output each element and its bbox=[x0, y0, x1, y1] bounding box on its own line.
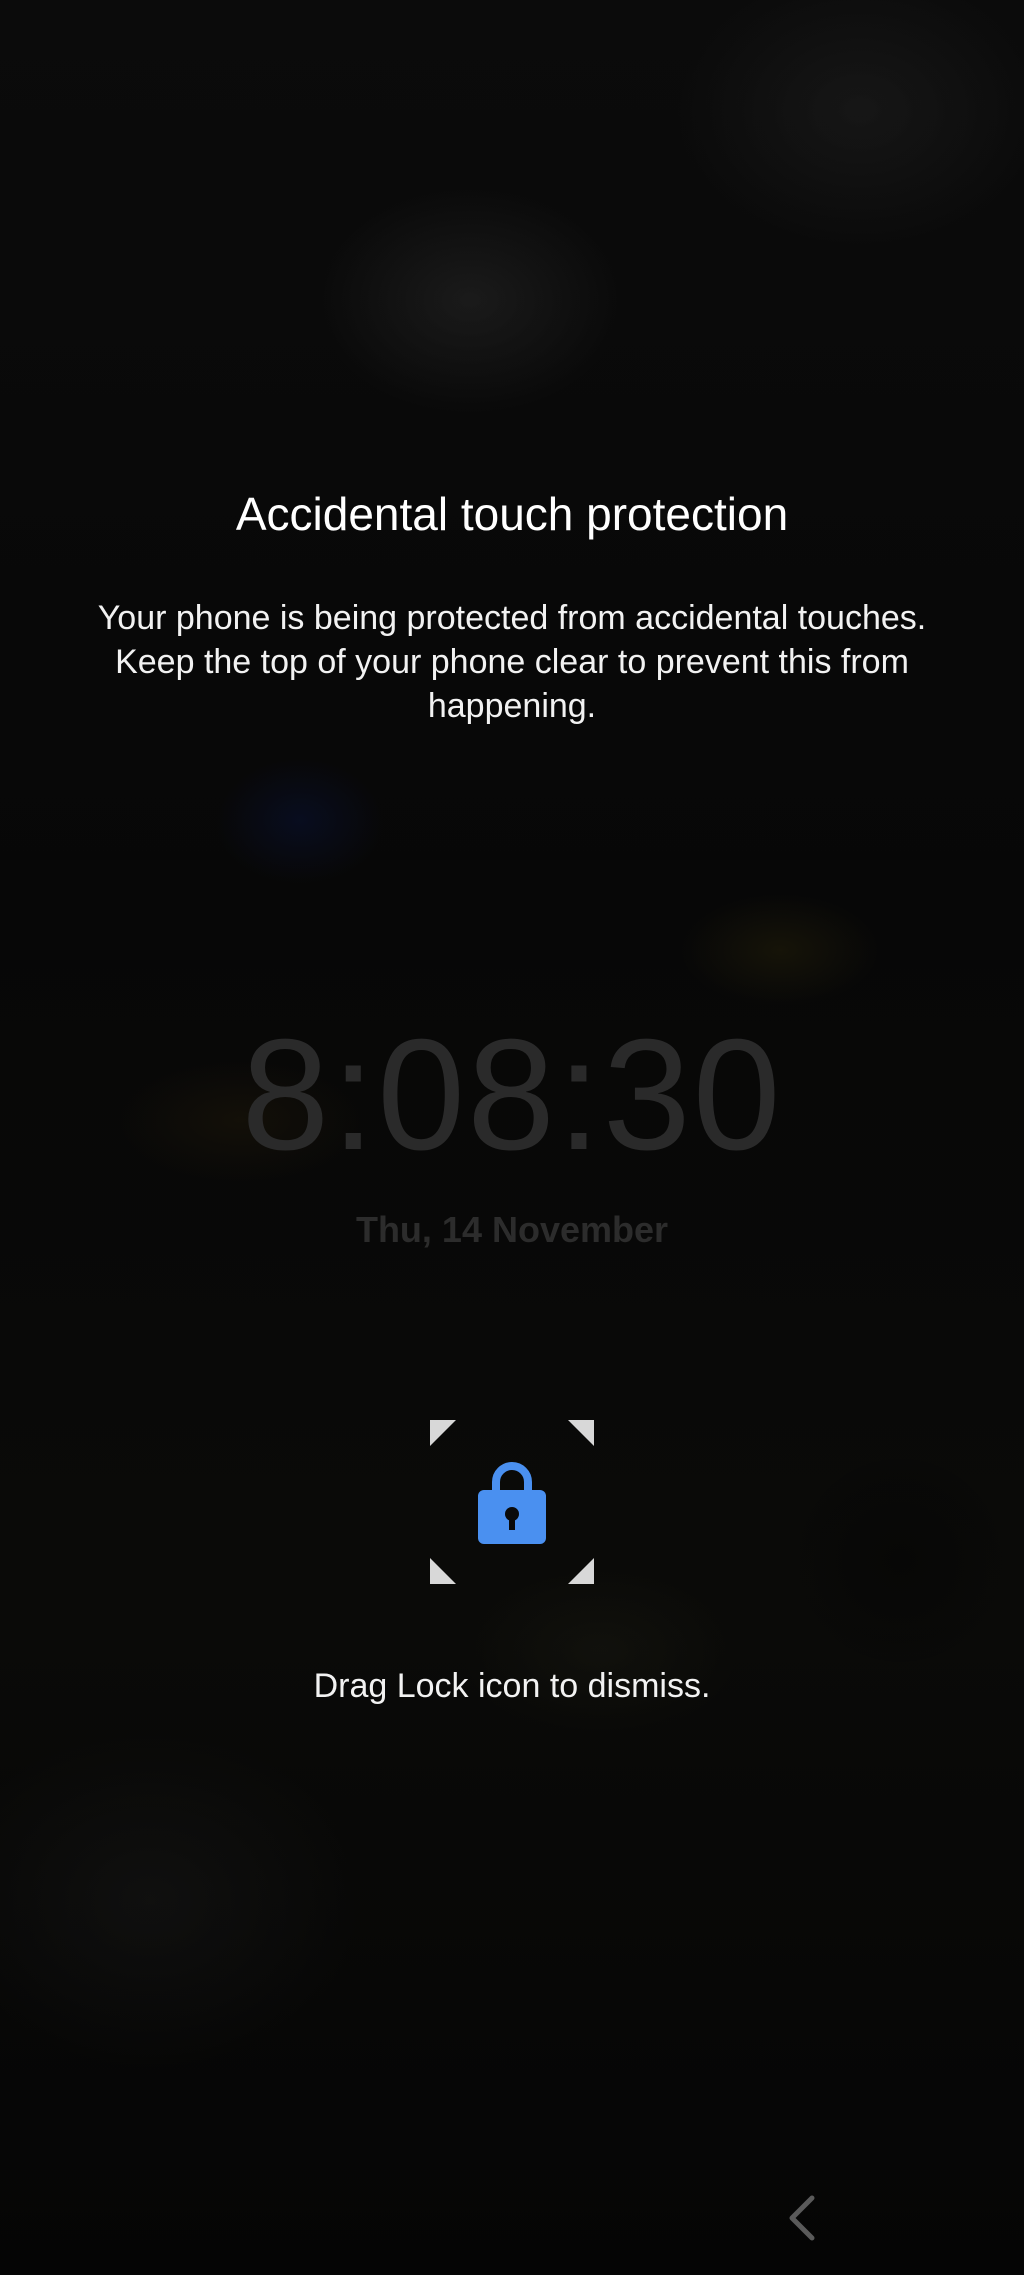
lock-drag-handle[interactable] bbox=[430, 1420, 594, 1584]
dialog-description: Your phone is being protected from accid… bbox=[97, 599, 927, 725]
dismiss-hint: Drag Lock icon to dismiss. bbox=[313, 1667, 711, 1705]
chevron-left-icon bbox=[789, 2195, 815, 2241]
lockscreen-date: Thu, 14 November bbox=[355, 1209, 669, 1250]
lock-icon bbox=[478, 1462, 546, 1544]
dialog-title: Accidental touch protection bbox=[235, 488, 789, 540]
lock-target-graphic bbox=[430, 1420, 594, 1584]
nav-back-button[interactable] bbox=[780, 2190, 824, 2246]
lock-screen: Accidental touch protection Your phone i… bbox=[0, 0, 1024, 2275]
lockscreen-clock: 8:08:30 bbox=[241, 1007, 783, 1183]
